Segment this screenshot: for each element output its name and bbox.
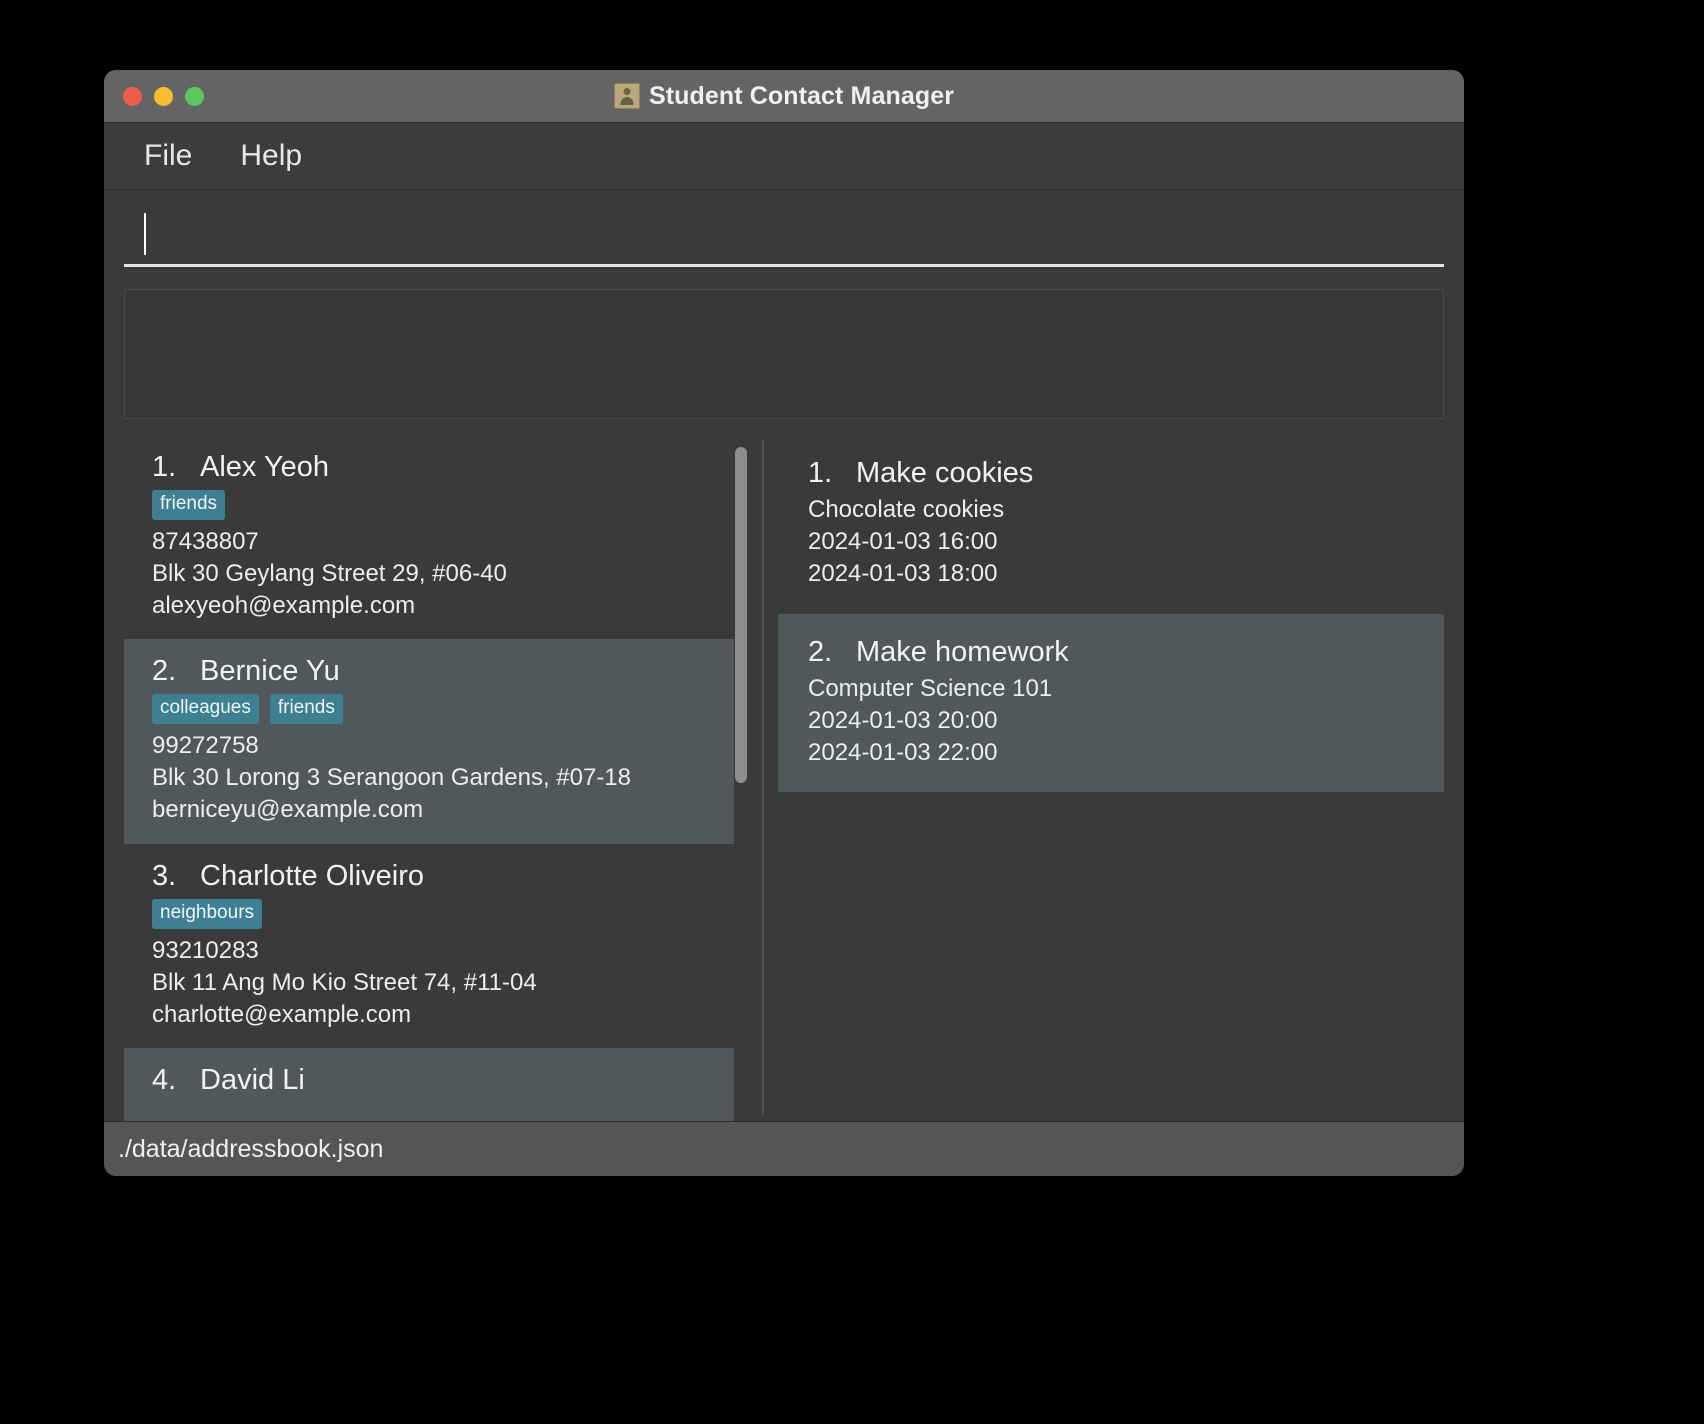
person-index: 3. [152, 859, 177, 892]
main-panels: 1. Alex Yeoh friends 87438807 Blk 30 Gey… [104, 435, 1464, 1121]
task-list-panel: 1. Make cookies Chocolate cookies 2024-0… [778, 435, 1444, 1121]
menu-item-file[interactable]: File [134, 137, 202, 175]
task-start-time: 2024-01-03 20:00 [808, 706, 998, 734]
person-list[interactable]: 1. Alex Yeoh friends 87438807 Blk 30 Gey… [124, 435, 734, 1121]
person-address: Blk 30 Geylang Street 29, #06-40 [152, 559, 507, 587]
contact-card-icon [613, 83, 640, 109]
scrollbar-thumb[interactable] [735, 447, 747, 783]
result-area [104, 267, 1464, 435]
task-index: 1. [808, 457, 833, 489]
menubar: File Help [104, 123, 1464, 190]
titlebar: Student Contact Manager [104, 70, 1464, 123]
tag-badge: colleagues [152, 694, 259, 725]
person-card-title: 4. David Li [152, 1064, 734, 1097]
task-description: Computer Science 101 [808, 674, 1053, 702]
person-name: Bernice Yu [200, 655, 340, 688]
command-input[interactable] [124, 204, 1444, 267]
person-card-title: 2. Bernice Yu [152, 655, 734, 688]
person-card-title: 1. Alex Yeoh [152, 451, 734, 484]
person-phone: 99272758 [152, 732, 259, 760]
app-window: Student Contact Manager File Help 1. Ale… [104, 70, 1464, 1176]
divider-line [762, 439, 764, 1115]
person-index: 1. [152, 451, 177, 483]
person-tags: neighbours [152, 898, 734, 929]
result-display-box [124, 289, 1444, 419]
task-list[interactable]: 1. Make cookies Chocolate cookies 2024-0… [778, 435, 1444, 793]
person-phone: 87438807 [152, 527, 259, 555]
person-index: 4. [152, 1064, 177, 1097]
person-email: alexyeoh@example.com [152, 591, 416, 619]
person-name: Alex Yeoh [200, 451, 330, 483]
statusbar: ./data/addressbook.json [104, 1121, 1464, 1176]
task-card[interactable]: 2. Make homework Computer Science 101 20… [778, 613, 1444, 793]
minimize-button[interactable] [154, 86, 173, 106]
person-card[interactable]: 2. Bernice Yu colleagues friends 9927275… [124, 639, 734, 844]
person-name: David Li [200, 1064, 305, 1097]
task-card[interactable]: 1. Make cookies Chocolate cookies 2024-0… [778, 435, 1444, 614]
person-tags: friends [152, 490, 734, 520]
task-name: Make homework [856, 635, 1069, 668]
person-card-title: 3. Charlotte Oliveiro [152, 860, 734, 893]
task-card-title: 2. Make homework [808, 636, 1444, 669]
person-address: Blk 30 Lorong 3 Serangoon Gardens, #07-1… [152, 764, 632, 792]
person-card[interactable]: 3. Charlotte Oliveiro neighbours 9321028… [124, 843, 734, 1049]
menu-item-help[interactable]: Help [230, 137, 312, 175]
window-title: Student Contact Manager [648, 81, 955, 110]
zoom-button[interactable] [185, 86, 204, 106]
person-tags: colleagues friends [152, 694, 734, 725]
save-location-path: ./data/addressbook.json [118, 1134, 384, 1163]
person-list-scrollbar[interactable] [734, 441, 748, 1115]
task-description: Chocolate cookies [808, 496, 1005, 523]
person-email: charlotte@example.com [152, 1000, 412, 1028]
close-button[interactable] [123, 86, 142, 106]
person-name: Charlotte Oliveiro [200, 859, 425, 892]
task-name: Make cookies [856, 457, 1034, 489]
text-caret [144, 213, 146, 255]
person-card[interactable]: 4. David Li [124, 1048, 734, 1121]
panel-divider[interactable] [748, 435, 778, 1121]
task-start-time: 2024-01-03 16:00 [808, 527, 998, 555]
command-area [104, 190, 1464, 267]
person-phone: 93210283 [152, 936, 259, 964]
person-email: berniceyu@example.com [152, 796, 424, 824]
task-end-time: 2024-01-03 18:00 [808, 559, 998, 587]
task-index: 2. [808, 635, 833, 668]
person-index: 2. [152, 655, 177, 688]
tag-badge: friends [269, 694, 343, 725]
tag-badge: friends [152, 490, 226, 520]
task-end-time: 2024-01-03 22:00 [808, 738, 998, 766]
person-list-panel: 1. Alex Yeoh friends 87438807 Blk 30 Gey… [124, 435, 748, 1121]
task-card-title: 1. Make cookies [808, 457, 1444, 490]
tag-badge: neighbours [152, 898, 263, 929]
window-title-group: Student Contact Manager [104, 82, 1464, 111]
person-card[interactable]: 1. Alex Yeoh friends 87438807 Blk 30 Gey… [124, 435, 734, 640]
person-address: Blk 11 Ang Mo Kio Street 74, #11-04 [152, 968, 537, 996]
window-controls[interactable] [123, 86, 204, 106]
